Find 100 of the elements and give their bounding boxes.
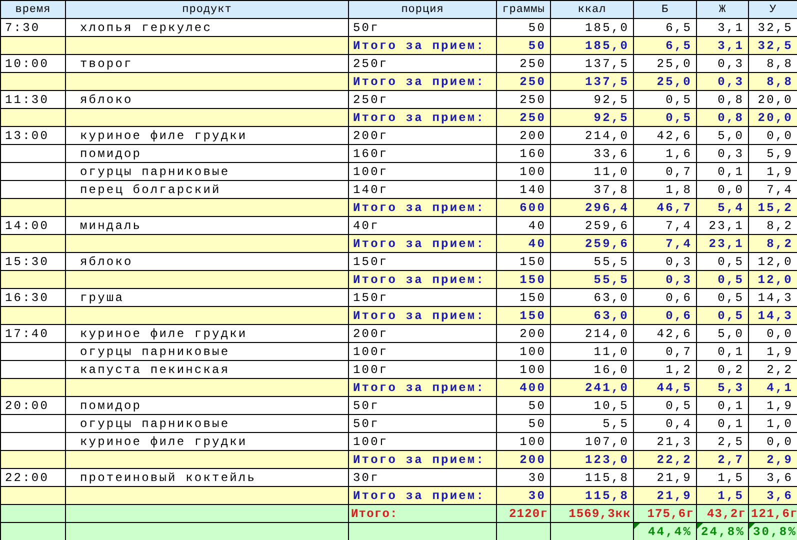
table-cell: 0,5 [696, 306, 748, 324]
table-cell: 14,3 [748, 306, 797, 324]
comment-marker-icon [750, 524, 755, 529]
table-cell: 20,0 [748, 108, 797, 126]
table-cell: помидор [66, 144, 348, 162]
table-cell: 600 [496, 198, 550, 216]
table-cell: Итого за прием: [348, 234, 496, 252]
table-cell: 0,3 [696, 144, 748, 162]
table-cell: 100 [496, 342, 550, 360]
table-cell: Итого за прием: [348, 198, 496, 216]
table-cell: 20:00 [0, 396, 66, 414]
table-cell: 0,4 [634, 414, 696, 432]
table-cell: 2120г [496, 504, 550, 522]
table-cell: 8,8 [748, 72, 797, 90]
table-cell: 100г [348, 342, 496, 360]
comment-marker-icon [634, 524, 640, 529]
table-cell: 115,8 [550, 486, 634, 504]
column-header: Б [634, 0, 696, 18]
table-cell: 200 [496, 450, 550, 468]
table-cell: 21,9 [634, 486, 696, 504]
table-cell: 175,6г [634, 504, 696, 522]
table-cell: 32,5 [748, 36, 797, 54]
table-cell: куриное филе грудки [66, 324, 348, 342]
table-cell: 50г [348, 414, 496, 432]
table-cell: Итого за прием: [348, 270, 496, 288]
table-cell: 3,1 [696, 36, 748, 54]
table-cell: 12,0 [748, 270, 797, 288]
table-cell: 17:40 [0, 324, 66, 342]
table-cell: 214,0 [550, 324, 634, 342]
table-cell: 44,5 [634, 378, 696, 396]
table-cell: 259,6 [550, 234, 634, 252]
table-cell: 200г [348, 324, 496, 342]
table-cell: 200 [496, 126, 550, 144]
table-cell: 200 [496, 324, 550, 342]
table-cell: 2,7 [696, 450, 748, 468]
column-header: граммы [496, 0, 550, 18]
table-cell: 8,2 [748, 234, 797, 252]
table-cell: 5,0 [696, 126, 748, 144]
table-cell: 0,1 [696, 414, 748, 432]
table-cell: 400 [496, 378, 550, 396]
table-cell: 0,6 [634, 306, 696, 324]
table-cell: 11,0 [550, 162, 634, 180]
table-cell: 24,8% [696, 522, 748, 540]
table-cell: 0,8 [696, 108, 748, 126]
table-cell: 5,5 [550, 414, 634, 432]
table-cell: 160г [348, 144, 496, 162]
table-cell: 42,6 [634, 324, 696, 342]
table-cell: 121,6г [748, 504, 797, 522]
table-cell: 50г [348, 396, 496, 414]
table-cell: 55,5 [550, 270, 634, 288]
table-cell: 1,6 [634, 144, 696, 162]
table-cell: 100 [496, 162, 550, 180]
table-cell: 200г [348, 126, 496, 144]
table-cell: 5,3 [696, 378, 748, 396]
table-cell: 22,2 [634, 450, 696, 468]
table-cell: 214,0 [550, 126, 634, 144]
table-cell: 0,5 [634, 108, 696, 126]
table-cell: 13:00 [0, 126, 66, 144]
table-cell: 4,1 [748, 378, 797, 396]
table-cell: Итого за прием: [348, 450, 496, 468]
table-cell: Итого за прием: [348, 36, 496, 54]
table-cell: 1,5 [696, 486, 748, 504]
table-cell: 0,5 [696, 270, 748, 288]
table-cell: Итого за прием: [348, 108, 496, 126]
table-cell: 7,4 [634, 234, 696, 252]
table-cell: 43,2г [696, 504, 748, 522]
table-cell: 30,8% [748, 522, 797, 540]
column-header: Ж [696, 0, 748, 18]
table-cell: 63,0 [550, 306, 634, 324]
table-cell: 0,1 [696, 396, 748, 414]
table-cell: 42,6 [634, 126, 696, 144]
table-cell: 50 [496, 414, 550, 432]
table-cell: 5,0 [696, 324, 748, 342]
table-cell: 46,7 [634, 198, 696, 216]
table-cell: 250 [496, 108, 550, 126]
table-cell: огурцы парниковые [66, 414, 348, 432]
table-cell: Итого за прием: [348, 72, 496, 90]
table-cell: 296,4 [550, 198, 634, 216]
table-cell: помидор [66, 396, 348, 414]
table-cell: 150 [496, 306, 550, 324]
table-cell: куриное филе грудки [66, 126, 348, 144]
table-cell: 23,1 [696, 234, 748, 252]
table-cell: 11,0 [550, 342, 634, 360]
table-cell: 50 [496, 396, 550, 414]
table-cell: 100г [348, 162, 496, 180]
table-cell: 0,3 [696, 72, 748, 90]
comment-marker-icon [698, 524, 703, 529]
table-cell: 185,0 [550, 36, 634, 54]
column-header: время [0, 0, 66, 18]
table-cell: 10,5 [550, 396, 634, 414]
column-header: порция [348, 0, 496, 18]
table-cell: 0,1 [696, 162, 748, 180]
table-cell: Итого: [348, 504, 496, 522]
table-cell: 2,9 [748, 450, 797, 468]
table-cell: 160 [496, 144, 550, 162]
table-cell: 44,4% [634, 522, 696, 540]
table-cell: 0,3 [634, 270, 696, 288]
table-cell: 5,4 [696, 198, 748, 216]
table-cell: Итого за прием: [348, 378, 496, 396]
table-cell: 92,5 [550, 108, 634, 126]
